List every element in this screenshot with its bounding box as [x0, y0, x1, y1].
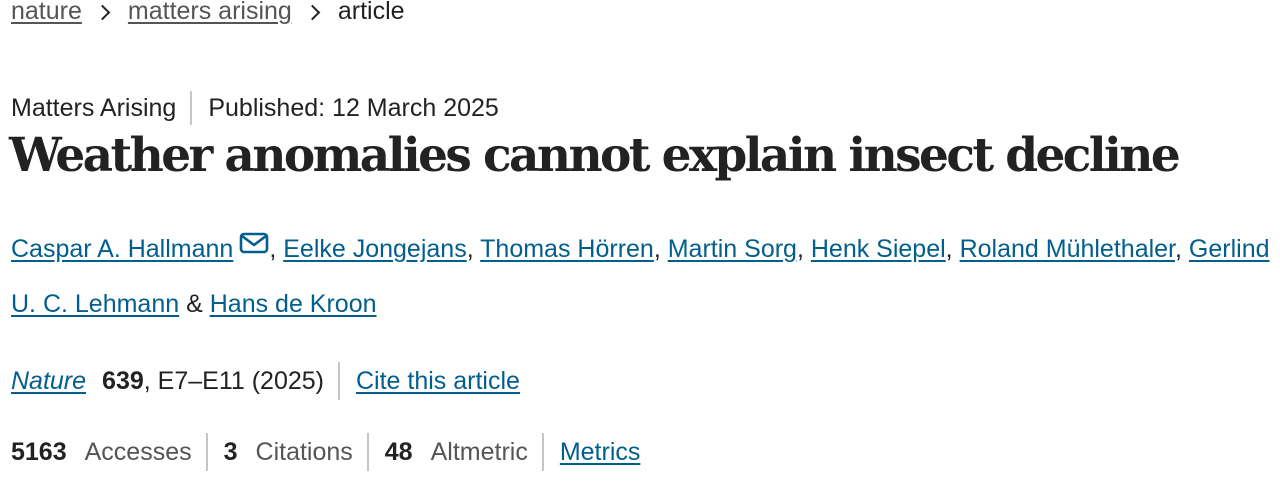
author-list: Caspar A. Hallmann, Eelke Jongejans, Tho…: [11, 222, 1280, 332]
divider: [190, 91, 193, 125]
volume: 639: [102, 367, 144, 395]
metrics-bar: 5163 Accesses 3 Citations 48 Altmetric M…: [11, 433, 640, 471]
journal-link[interactable]: Nature: [11, 362, 86, 400]
article-type: Matters Arising: [11, 94, 177, 122]
divider: [205, 433, 208, 471]
author-link[interactable]: Eelke Jongejans: [283, 235, 466, 263]
author-link[interactable]: Caspar A. Hallmann: [11, 235, 233, 263]
article-meta: Matters Arising Published: 12 March 2025: [11, 91, 499, 125]
author-separator: ,: [1175, 235, 1182, 263]
author-link[interactable]: Henk Siepel: [811, 235, 946, 263]
published-date: Published: 12 March 2025: [208, 94, 499, 122]
divider: [541, 433, 544, 471]
breadcrumb: nature matters arising article: [11, 0, 405, 28]
author-link[interactable]: Roland Mühlethaler: [960, 235, 1175, 263]
author-separator: ,: [269, 235, 277, 263]
breadcrumb-link-nature[interactable]: nature: [11, 0, 82, 28]
cite-article-link[interactable]: Cite this article: [356, 362, 520, 400]
author-separator: ,: [653, 235, 661, 263]
author-link[interactable]: Thomas Hörren: [480, 235, 654, 263]
citations-count: 3: [223, 438, 238, 466]
metrics-link[interactable]: Metrics: [560, 433, 641, 471]
envelope-icon[interactable]: [233, 232, 269, 263]
breadcrumb-link-matters-arising[interactable]: matters arising: [128, 0, 292, 28]
author-ampersand: &: [186, 290, 203, 318]
chevron-right-icon: [94, 4, 111, 20]
author-separator: ,: [945, 235, 953, 263]
author-link[interactable]: Hans de Kroon: [210, 290, 377, 318]
altmetric-label: Altmetric: [430, 438, 528, 466]
author-link[interactable]: Martin Sorg: [668, 235, 797, 263]
divider: [366, 433, 369, 471]
citations-label: Citations: [255, 438, 353, 466]
pages-year: , E7–E11 (2025): [143, 367, 324, 395]
divider: [337, 362, 340, 400]
altmetric-score: 48: [384, 438, 413, 466]
chevron-right-icon: [304, 4, 321, 20]
citation-line: Nature 639 , E7–E11 (2025) Cite this art…: [11, 362, 520, 400]
author-separator: ,: [466, 235, 474, 263]
accesses-count: 5163: [11, 438, 67, 466]
article-title: Weather anomalies cannot explain insect …: [9, 128, 1181, 183]
author-separator: ,: [796, 235, 804, 263]
accesses-label: Accesses: [84, 438, 192, 466]
breadcrumb-current: article: [337, 0, 405, 25]
